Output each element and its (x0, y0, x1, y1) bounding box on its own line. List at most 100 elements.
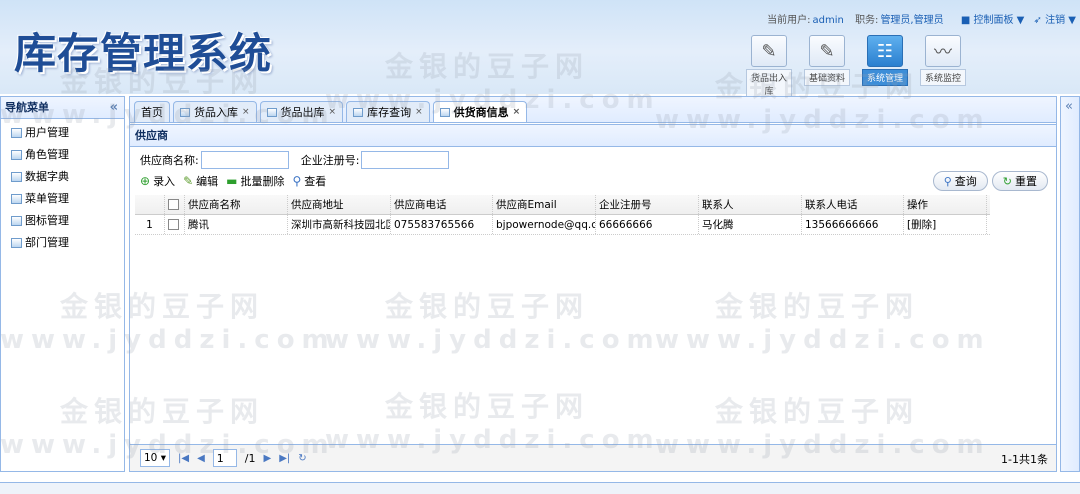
sidebar-item-icons[interactable]: 图标管理 (1, 210, 124, 232)
row-checkbox[interactable] (168, 219, 179, 230)
add-icon: ⊕ (140, 174, 151, 188)
page-icon (11, 216, 22, 226)
main-panel: 首页 货品入库 × 货品出库 × 库存查询 × 供货商信息 × 供应商 供应商名称: 企… (129, 96, 1057, 472)
caret-down-icon: ▼ (1016, 15, 1025, 26)
user-bar: 当前用户: admin 职务: 管理员,管理员 ■ 控制面板 ▼ ➶ 注销 ▼ (767, 15, 1076, 26)
edit-icon: ✎ (809, 35, 845, 67)
sidebar-item-menus[interactable]: 菜单管理 (1, 188, 124, 210)
column-header[interactable]: 供应商Email (493, 195, 596, 214)
tab-bar: 首页 货品入库 × 货品出库 × 库存查询 × 供货商信息 × (130, 97, 1056, 123)
tab-home[interactable]: 首页 (134, 101, 170, 122)
refresh-icon: ↻ (1002, 174, 1012, 188)
pagination-bar: 10 ▾ |◀ ◀ 1 /1 ▶ ▶| ↻ 1-1共1条 (130, 444, 1056, 471)
tool-basic-data[interactable]: ✎ 基础资料 (804, 35, 850, 86)
current-user: admin (812, 15, 844, 26)
table-cell: 深圳市高新科技园北区 (288, 215, 391, 234)
page-icon (11, 150, 22, 160)
column-header[interactable]: 操作 (904, 195, 987, 214)
query-button[interactable]: ⚲ 查询 (932, 171, 988, 191)
header: 库存管理系统 当前用户: admin 职务: 管理员,管理员 ■ 控制面板 ▼ ➶ … (0, 0, 1080, 99)
page-icon (353, 107, 364, 117)
module-toolbar: ✎ 货品出入库 ✎ 基础资料 ☷ 系统管理 〰系统监控 (746, 35, 966, 99)
page-icon (11, 128, 22, 138)
pencil-icon: ✎ (183, 174, 194, 188)
table-cell: 腾讯 (185, 215, 288, 234)
edit-button[interactable]: ✎ 编辑 (183, 173, 218, 189)
collapse-icon[interactable]: « (1065, 99, 1073, 114)
monitor-icon: ■ (960, 15, 971, 26)
logout-menu[interactable]: ➶ 注销 ▼ (1034, 15, 1076, 26)
tool-stock-io[interactable]: ✎ 货品出入库 (746, 35, 792, 99)
select-all-checkbox[interactable] (168, 199, 179, 210)
column-header[interactable]: 联系人 (699, 195, 802, 214)
nav-list: 用户管理 角色管理 数据字典 菜单管理 图标管理 部门管理 (1, 119, 124, 254)
column-header[interactable]: 企业注册号 (596, 195, 699, 214)
caret-down-icon: ▼ (1068, 15, 1076, 26)
edit-icon: ✎ (751, 35, 787, 67)
add-button[interactable]: ⊕ 录入 (140, 173, 175, 189)
registration-number-input[interactable] (361, 150, 450, 169)
delete-icon: ▬ (226, 174, 238, 188)
pagination-info: 1-1共1条 (1001, 453, 1048, 466)
tab-stock-query[interactable]: 库存查询 × (346, 101, 430, 122)
sidebar-title: 导航菜单 « (1, 97, 124, 119)
column-header[interactable]: 供应商地址 (288, 195, 391, 214)
tab-stock-out[interactable]: 货品出库 × (259, 101, 344, 122)
close-icon[interactable]: × (415, 103, 423, 122)
next-page-icon[interactable]: ▶ (263, 453, 271, 464)
tab-supplier-info[interactable]: 供货商信息 × (432, 101, 528, 122)
refresh-icon[interactable]: ↻ (298, 453, 306, 464)
search-icon: ⚲ (943, 174, 952, 188)
page-icon (266, 107, 277, 117)
column-header[interactable]: 供应商电话 (391, 195, 493, 214)
right-collapse-bar[interactable]: « (1060, 96, 1080, 472)
last-page-icon[interactable]: ▶| (279, 453, 290, 464)
table-cell: 66666666 (596, 215, 699, 234)
table-cell: 13566666666 (802, 215, 904, 234)
table-cell: bjpowernode@qq.com (493, 215, 596, 234)
search-actions: ⚲ 查询 ↻ 重置 (932, 171, 1048, 191)
sidebar-item-departments[interactable]: 部门管理 (1, 232, 124, 254)
sidebar: 导航菜单 « 用户管理 角色管理 数据字典 菜单管理 图标管理 部门管理 (0, 96, 125, 472)
tool-system-admin[interactable]: ☷ 系统管理 (862, 35, 908, 86)
supplier-panel: 供应商 供应商名称: 企业注册号: ⊕ 录入 ✎ 编辑 ▬ 批量删除 ⚲ 查看 ⚲ 查询 … (130, 124, 1056, 471)
page-icon (439, 107, 450, 117)
chevron-down-icon: ▾ (160, 452, 166, 464)
total-pages: /1 (244, 451, 256, 465)
search-bar: 供应商名称: 企业注册号: (130, 147, 1056, 169)
settings-icon: ☷ (867, 35, 903, 67)
page-size-select[interactable]: 10 ▾ (140, 449, 170, 467)
first-page-icon[interactable]: |◀ (178, 453, 189, 464)
footer (0, 482, 1080, 494)
close-icon[interactable]: × (329, 103, 337, 122)
row-number: 1 (135, 215, 165, 234)
sidebar-item-roles[interactable]: 角色管理 (1, 144, 124, 166)
view-button[interactable]: ⚲ 查看 (292, 173, 326, 189)
user-roles: 管理员,管理员 (880, 15, 944, 26)
tool-system-monitor[interactable]: 〰系统监控 (920, 35, 966, 86)
table-row[interactable]: 1 腾讯 深圳市高新科技园北区 075583765566 bjpowernode… (135, 215, 990, 235)
delete-link[interactable]: [删除] (904, 215, 987, 234)
close-icon[interactable]: × (513, 103, 521, 122)
reset-button[interactable]: ↻ 重置 (991, 171, 1048, 191)
supplier-name-input[interactable] (200, 150, 289, 169)
page-icon (11, 194, 22, 204)
panel-title: 供应商 (130, 125, 1056, 147)
grid-toolbar: ⊕ 录入 ✎ 编辑 ▬ 批量删除 ⚲ 查看 ⚲ 查询 ↻ 重置 (130, 169, 1056, 193)
control-panel-menu[interactable]: ■ 控制面板 ▼ (961, 15, 1025, 26)
page-icon (11, 238, 22, 248)
column-header[interactable]: 联系人电话 (802, 195, 904, 214)
grid-header: 供应商名称 供应商地址 供应商电话 供应商Email 企业注册号 联系人 联系人… (135, 195, 990, 215)
prev-page-icon[interactable]: ◀ (197, 453, 205, 464)
close-icon[interactable]: × (242, 103, 250, 122)
sidebar-item-users[interactable]: 用户管理 (1, 122, 124, 144)
column-header[interactable]: 供应商名称 (185, 195, 288, 214)
monitor-icon: 〰 (925, 35, 961, 67)
page-icon (180, 107, 190, 117)
page-number-input[interactable]: 1 (212, 449, 237, 467)
table-cell: 075583765566 (391, 215, 493, 234)
collapse-icon[interactable]: « (110, 97, 118, 119)
sidebar-item-dictionary[interactable]: 数据字典 (1, 166, 124, 188)
tab-stock-in[interactable]: 货品入库 × (173, 101, 257, 122)
batch-delete-button[interactable]: ▬ 批量删除 (226, 173, 284, 189)
